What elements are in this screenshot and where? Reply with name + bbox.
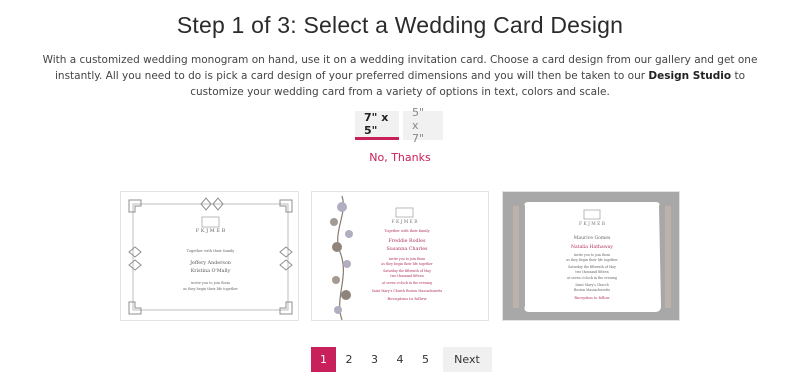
card-line: Natalia Hathaway: [571, 244, 613, 250]
no-thanks-link[interactable]: No, Thanks: [0, 151, 800, 164]
card-line: Saturday the fifteenth of May: [568, 265, 616, 269]
page-2-button[interactable]: 2: [337, 347, 362, 372]
card-line: at seven o'clock in the evening: [567, 276, 617, 280]
card-design-3[interactable]: F K J M E B Maurice Gomes Natalia Hathaw…: [502, 191, 680, 321]
card-line: invite you to join them: [574, 253, 610, 257]
card-line: Saint Mary's Church: [575, 283, 608, 287]
card-line: Susanna Charles: [386, 246, 428, 252]
size-tab-5x7[interactable]: 5" x 7": [403, 106, 443, 145]
page-1-button[interactable]: 1: [311, 347, 336, 372]
card-line: invite you to join them: [389, 257, 425, 261]
card-line: Maurice Gomes: [574, 235, 611, 241]
card-line: invite you to join them: [191, 281, 230, 285]
card-line: Freddie Rodles: [389, 238, 426, 244]
card-line: Reception to follow: [387, 296, 427, 301]
design-studio-link: Design Studio: [648, 70, 732, 82]
card-line: as they begin their life together: [381, 262, 433, 266]
size-tab-7x5[interactable]: 7" x 5": [355, 111, 399, 140]
card-design-1[interactable]: F K J M E B Together with their family J…: [120, 191, 299, 321]
size-tabs: 7" x 5" 5" x 7": [355, 106, 443, 145]
card-monogram: F K J M E B: [392, 220, 418, 225]
page-5-button[interactable]: 5: [413, 347, 438, 372]
card-monogram: F K J M E B: [579, 222, 605, 227]
page-3-button[interactable]: 3: [362, 347, 387, 372]
card-line: Kristina O'Mally: [191, 268, 231, 274]
intro-paragraph: With a customized wedding monogram on ha…: [28, 52, 772, 100]
card-line: Reception to follow: [574, 296, 610, 300]
card-line: Jeffery Anderson: [189, 260, 231, 266]
page-4-button[interactable]: 4: [388, 347, 413, 372]
card-line: Saint Mary's Church Boston Massachusetts: [372, 289, 443, 293]
pagination: 1 2 3 4 5 Next: [311, 347, 492, 372]
card-line: as they begin their life together: [566, 258, 618, 262]
card-line: Together with their family: [385, 229, 430, 233]
card-line: Boston Massachusetts: [574, 288, 610, 292]
card-line: as they begin their life together: [183, 287, 238, 291]
page-title: Step 1 of 3: Select a Wedding Card Desig…: [176, 12, 624, 38]
card-monogram: F K J M E B: [196, 228, 226, 234]
card-line: two thousand fifteen: [390, 274, 423, 278]
card-design-2[interactable]: F K J M E B Together with their family F…: [311, 191, 489, 321]
card-line: Together with their family: [187, 249, 236, 253]
next-page-button[interactable]: Next: [442, 347, 492, 372]
card-line: at seven o'clock in the evening: [382, 281, 432, 285]
card-line: Saturday the fifteenth of May: [383, 269, 431, 273]
card-line: two thousand fifteen: [575, 270, 608, 274]
